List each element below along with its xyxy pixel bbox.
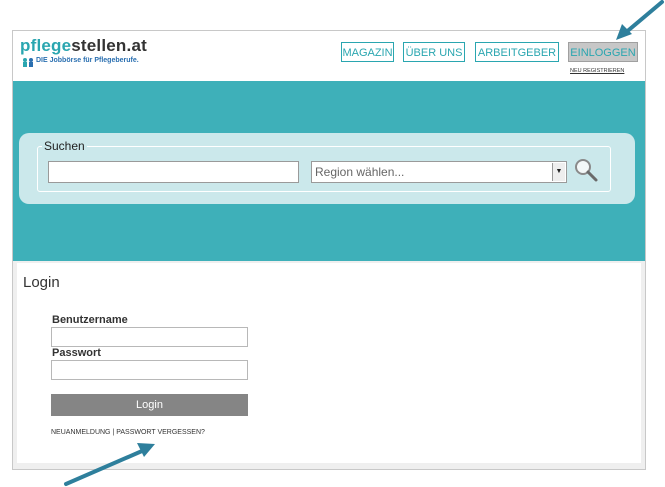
browser-page: pflegestellen.at DIE Jobbörse für Pflege…	[12, 30, 646, 470]
annotation-arrow-icon	[616, 0, 664, 40]
password-field[interactable]	[51, 360, 248, 380]
search-fieldset: Suchen Region wählen... ▼	[37, 139, 611, 192]
region-select[interactable]: Region wählen... ▼	[311, 161, 567, 183]
login-submit-button[interactable]: Login	[51, 394, 248, 416]
register-forgot-links[interactable]: NEUANMELDUNG | PASSWORT VERGESSEN?	[51, 429, 205, 436]
people-icon	[23, 58, 33, 67]
username-field[interactable]	[51, 327, 248, 347]
login-button[interactable]: EINLOGGEN	[568, 42, 638, 62]
register-link[interactable]: NEU REGISTRIEREN	[570, 68, 624, 74]
login-title: Login	[23, 274, 60, 291]
nav-arbeitgeber[interactable]: ARBEITGEBER	[475, 42, 559, 62]
site-header: pflegestellen.at DIE Jobbörse für Pflege…	[13, 31, 645, 81]
search-legend: Suchen	[42, 139, 87, 153]
annotation-arrow-icon	[64, 443, 155, 486]
chevron-down-icon[interactable]: ▼	[552, 163, 565, 181]
hero-banner: Suchen Region wählen... ▼	[13, 81, 645, 261]
region-placeholder: Region wählen...	[315, 165, 405, 179]
logo-tagline: DIE Jobbörse für Pflegeberufe.	[36, 57, 139, 64]
username-label: Benutzername	[52, 314, 128, 326]
login-section: Login Benutzername Passwort Login NEUANM…	[17, 263, 641, 463]
nav-magazin[interactable]: MAGAZIN	[341, 42, 394, 62]
logo-wordmark: pflegestellen.at	[20, 36, 147, 55]
search-panel: Suchen Region wählen... ▼	[19, 133, 635, 204]
password-label: Passwort	[52, 347, 101, 359]
nav-ueber-uns[interactable]: ÜBER UNS	[403, 42, 465, 62]
site-logo[interactable]: pflegestellen.at DIE Jobbörse für Pflege…	[20, 36, 147, 67]
search-input[interactable]	[48, 161, 299, 183]
search-icon[interactable]	[573, 157, 599, 183]
